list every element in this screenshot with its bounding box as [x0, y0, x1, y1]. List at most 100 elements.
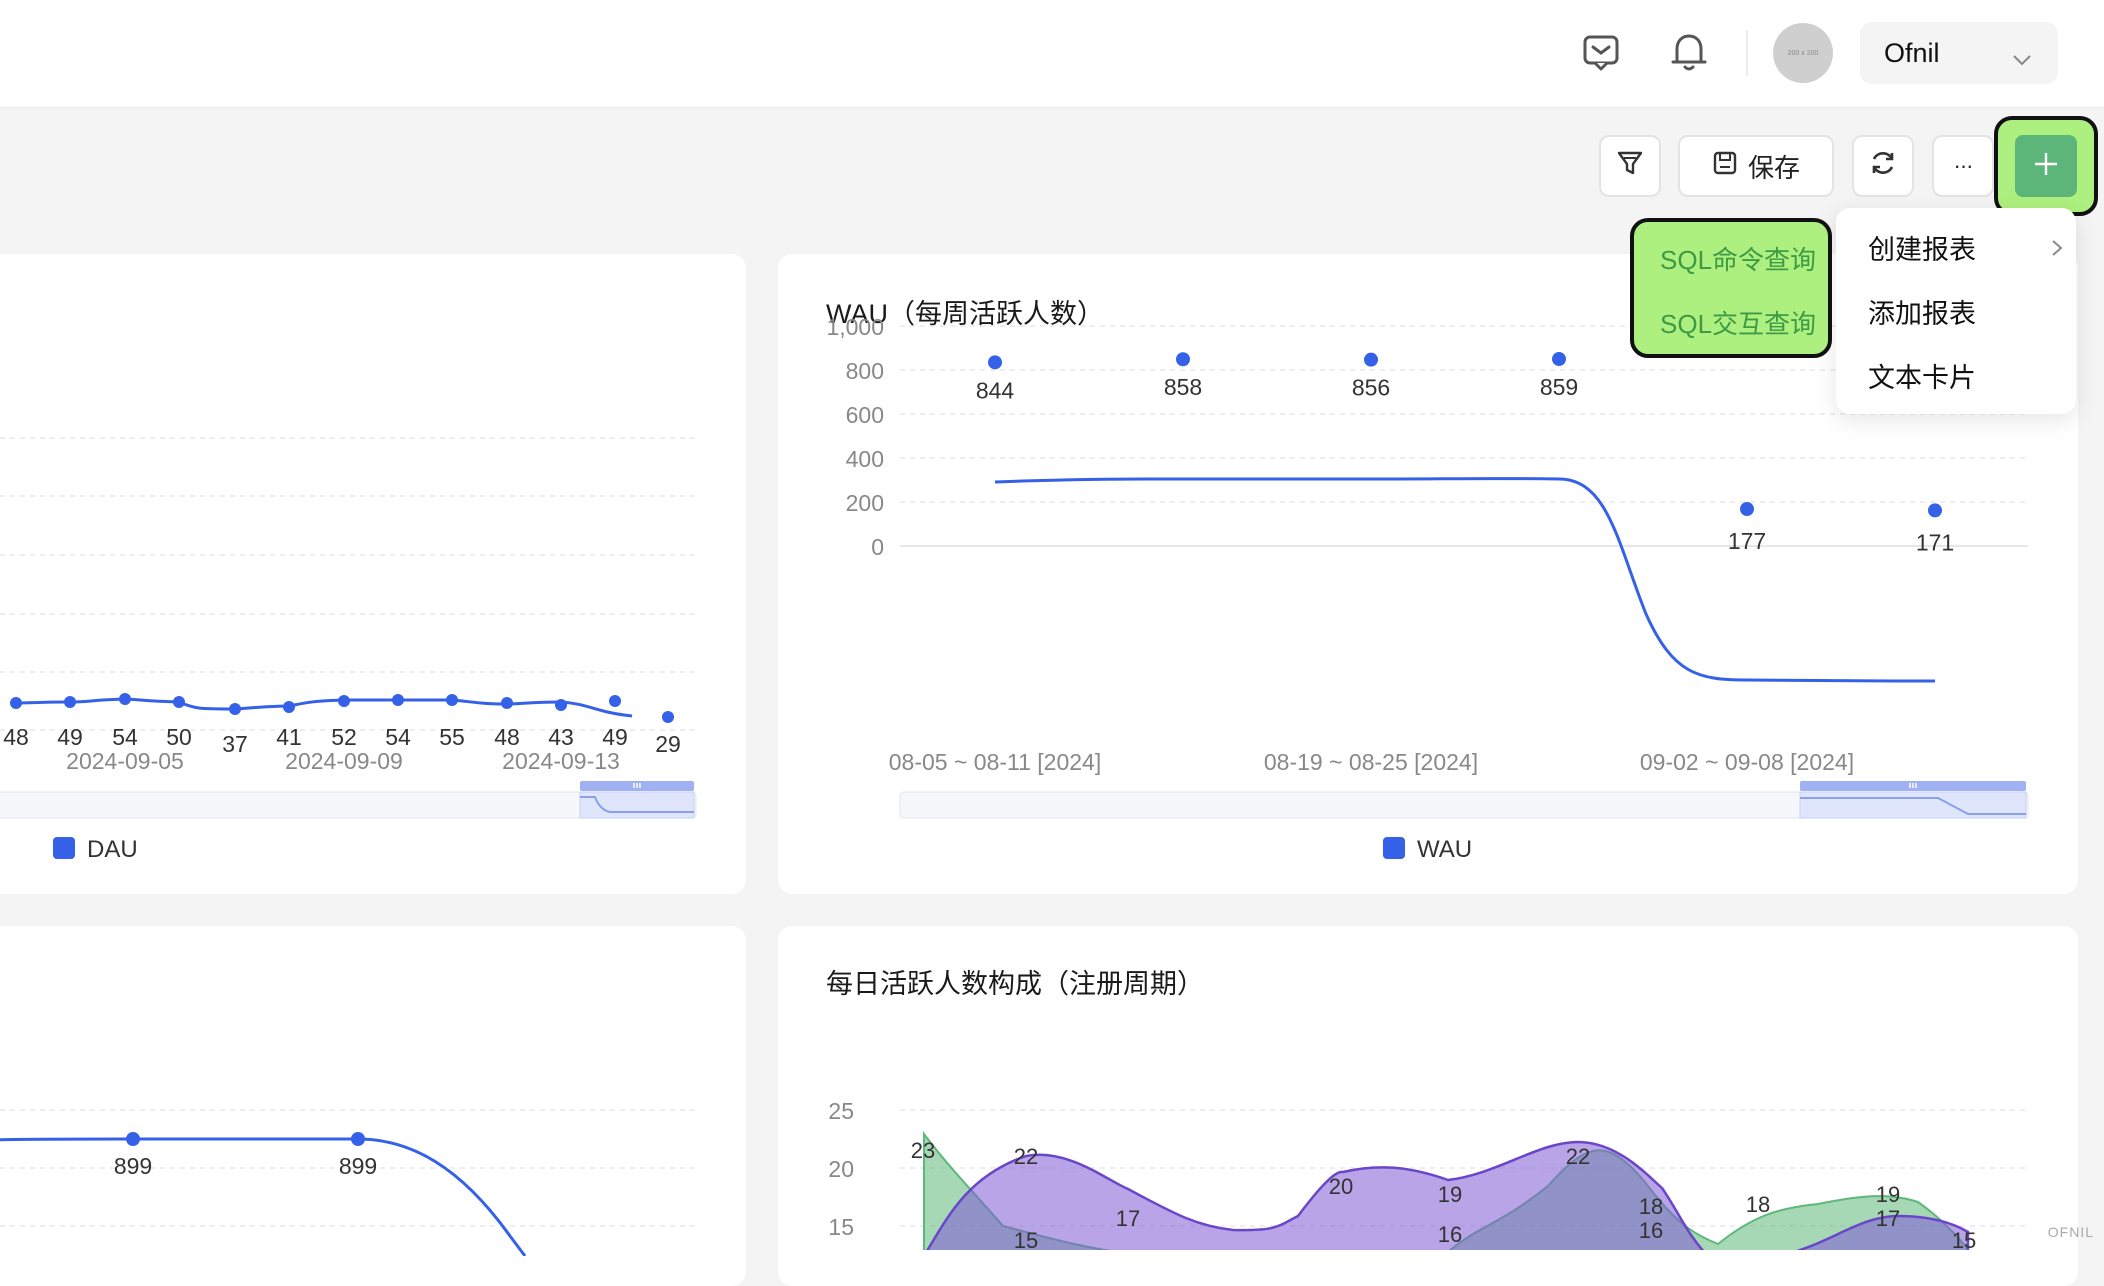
- submenu-item-sql-command[interactable]: SQL命令查询: [1660, 240, 1816, 277]
- message-icon[interactable]: [1573, 24, 1629, 80]
- dau-zoom-slider[interactable]: [0, 781, 696, 818]
- more-button[interactable]: ···: [1932, 135, 1994, 197]
- dau-legend-label: DAU: [87, 836, 138, 863]
- dau-point: [10, 697, 22, 709]
- dau-point: [119, 693, 131, 705]
- filter-icon: [1616, 149, 1644, 184]
- dau-legend[interactable]: DAU: [53, 836, 138, 863]
- composition-data-label: 18: [1639, 1194, 1663, 1219]
- menu-item-text-card[interactable]: 文本卡片: [1868, 356, 1976, 395]
- wau-y-tick: 600: [846, 402, 884, 428]
- dau-point: [662, 711, 674, 723]
- wau-data-label: 844: [976, 377, 1015, 403]
- wau-point: [1740, 502, 1754, 516]
- dau-data-label: 54: [112, 724, 138, 750]
- user-dropdown[interactable]: Ofnil: [1860, 22, 2058, 84]
- dau-chart: 48495450374152545548434929 2024-09-05 20…: [0, 254, 746, 894]
- save-button[interactable]: 保存: [1678, 135, 1834, 197]
- composition-data-label: 17: [1116, 1206, 1140, 1231]
- wau-legend-swatch: [1383, 837, 1405, 859]
- more-label: ···: [1954, 153, 1973, 179]
- bottom-left-data-label: 899: [114, 1153, 152, 1179]
- dau-data-label: 52: [331, 724, 357, 750]
- wau-line: [995, 479, 1935, 681]
- wau-data-label: 856: [1352, 375, 1390, 401]
- bottom-left-point: [351, 1132, 365, 1146]
- menu-item-create-report[interactable]: 创建报表: [1868, 228, 2068, 267]
- bottom-left-data-label: 899: [339, 1153, 377, 1179]
- wau-y-tick: 200: [846, 490, 884, 516]
- refresh-icon: [1868, 148, 1898, 185]
- composition-data-label: 16: [1438, 1222, 1462, 1247]
- wau-point: [988, 355, 1002, 369]
- save-icon: [1712, 150, 1738, 183]
- composition-data-label: 22: [1566, 1144, 1590, 1169]
- add-button[interactable]: [2015, 135, 2077, 197]
- wau-x-tick: 08-05 ~ 08-11 [2024]: [889, 749, 1102, 775]
- composition-y-tick: 25: [828, 1098, 854, 1124]
- dau-data-label: 48: [494, 724, 520, 750]
- wau-data-label: 171: [1916, 529, 1954, 555]
- composition-data-label: 18: [1746, 1192, 1770, 1217]
- dau-legend-swatch: [53, 837, 75, 859]
- composition-data-label: 19: [1438, 1182, 1462, 1207]
- wau-y-tick: 800: [846, 358, 884, 384]
- composition-card: 每日活跃人数构成（注册周期） 25 20 15 2322151720191622…: [778, 926, 2078, 1286]
- dau-data-label: 54: [385, 724, 411, 750]
- dau-date-labels: 2024-09-05 2024-09-09 2024-09-13: [66, 748, 620, 774]
- submenu-item-sql-interactive[interactable]: SQL交互查询: [1660, 304, 1816, 341]
- dau-data-label: 48: [3, 724, 29, 750]
- composition-y-tick: 20: [828, 1156, 854, 1182]
- dau-date-label: 2024-09-13: [502, 748, 620, 774]
- composition-y-tick: 15: [828, 1214, 854, 1240]
- dau-data-label: 55: [439, 724, 465, 750]
- composition-data-label: 19: [1876, 1182, 1900, 1207]
- dau-point: [609, 695, 621, 707]
- wau-x-tick: 09-02 ~ 09-08 [2024]: [1640, 749, 1854, 775]
- wau-legend[interactable]: WAU: [1383, 836, 1472, 863]
- dau-point: [338, 695, 350, 707]
- dau-data-label: 50: [166, 724, 192, 750]
- menu-item-label: 创建报表: [1868, 235, 1976, 265]
- dau-point: [229, 703, 241, 715]
- dau-date-label: 2024-09-09: [285, 748, 403, 774]
- dau-point: [64, 696, 76, 708]
- plus-icon: [2032, 150, 2060, 183]
- create-report-submenu: SQL命令查询 SQL交互查询: [1630, 218, 1832, 358]
- dau-data-label: 29: [655, 731, 681, 757]
- composition-data-label: 17: [1876, 1206, 1900, 1231]
- dau-point: [283, 701, 295, 713]
- wau-points: 844 858 856 859 177 171: [976, 352, 1954, 555]
- composition-data-label: 16: [1639, 1218, 1663, 1243]
- bottom-left-chart: 899 899: [0, 926, 746, 1256]
- bottom-left-point: [126, 1132, 140, 1146]
- menu-item-add-report[interactable]: 添加报表: [1868, 292, 1976, 331]
- bell-icon[interactable]: [1661, 24, 1717, 80]
- dau-point: [173, 696, 185, 708]
- bottom-left-card: 899 899: [0, 926, 746, 1286]
- wau-point: [1176, 352, 1190, 366]
- dau-card: 48495450374152545548434929 2024-09-05 20…: [0, 254, 746, 894]
- wau-x-tick: 08-19 ~ 08-25 [2024]: [1264, 749, 1478, 775]
- wau-legend-label: WAU: [1417, 836, 1472, 863]
- dau-point: [501, 697, 513, 709]
- dau-data-label: 43: [548, 724, 574, 750]
- wau-point: [1364, 353, 1378, 367]
- wau-zoom-slider[interactable]: [900, 781, 2028, 818]
- composition-data-label: 23: [911, 1138, 935, 1163]
- save-label: 保存: [1748, 148, 1800, 185]
- chevron-right-icon: [2050, 234, 2064, 265]
- avatar[interactable]: 200 x 200: [1773, 23, 1833, 83]
- wau-data-label: 858: [1164, 374, 1202, 400]
- refresh-button[interactable]: [1852, 135, 1914, 197]
- wau-point: [1552, 352, 1566, 366]
- avatar-text: 200 x 200: [1788, 50, 1819, 57]
- wau-data-label: 177: [1728, 528, 1766, 554]
- add-button-highlight: [1994, 116, 2098, 216]
- wau-data-label: 859: [1540, 374, 1578, 400]
- dau-point: [392, 694, 404, 706]
- chevron-down-icon: [2012, 43, 2032, 74]
- filter-button[interactable]: [1599, 135, 1661, 197]
- user-name: Ofnil: [1884, 38, 1940, 69]
- dau-grid: [0, 438, 696, 730]
